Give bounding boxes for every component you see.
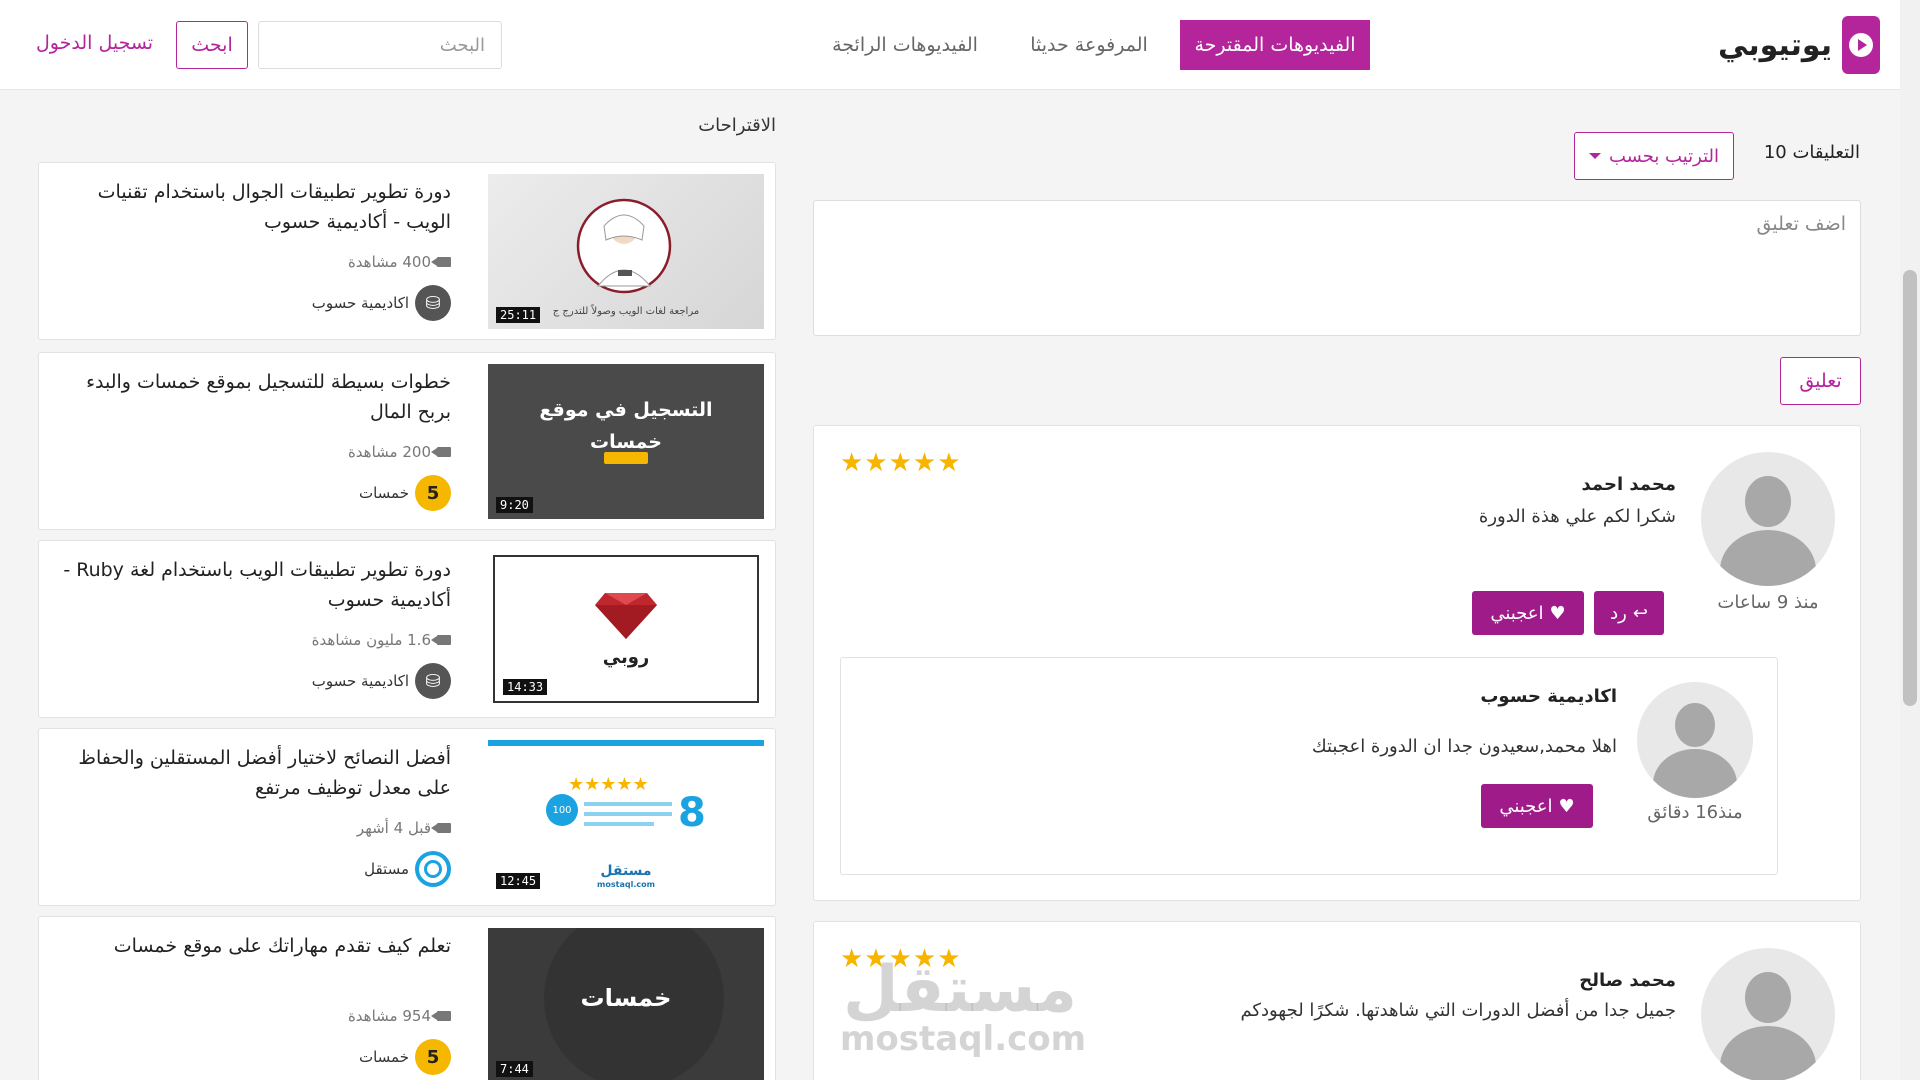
tab-suggested-videos[interactable]: الفيديوهات المقترحة [1180, 20, 1370, 70]
thumbnail-stars: ★★★★★ [568, 774, 649, 795]
channel-info[interactable]: ⛁ اكاديمية حسوب [312, 285, 451, 321]
reply-button[interactable]: ↩ رد [1594, 591, 1664, 635]
video-title[interactable]: خطوات بسيطة للتسجيل بموقع خمسات والبدء ب… [51, 367, 451, 427]
rating-stars: ★★★★★ [840, 944, 962, 974]
user-avatar[interactable] [1637, 682, 1753, 798]
suggestion-card[interactable]: مراجعة لغات الويب وصولاً للتدرج ج 25:11 … [38, 162, 776, 340]
search-input[interactable] [258, 21, 502, 69]
video-views: قبل 4 أشهر [357, 819, 451, 837]
comment-author[interactable]: محمد صالح [1214, 970, 1676, 991]
logo-text: يوتيوبي [1718, 27, 1833, 63]
channel-name: خمسات [358, 484, 409, 502]
reply-card: منذ16 دقائق اكاديمية حسوب اهلا محمد,سعيد… [840, 657, 1778, 875]
reply-icon: ↩ [1632, 602, 1648, 624]
video-camera-icon [431, 823, 451, 833]
tab-trending-videos[interactable]: الفيديوهات الرائجة [820, 20, 990, 70]
rating-stars: ★★★★★ [840, 448, 962, 478]
channel-info[interactable]: ⛁ اكاديمية حسوب [312, 663, 451, 699]
login-link[interactable]: تسجيل الدخول [36, 32, 153, 54]
comment-time: منذ 9 ساعات [1717, 592, 1819, 613]
video-duration: 14:33 [503, 679, 548, 695]
channel-avatar: ⛁ [415, 663, 451, 699]
user-avatar[interactable] [1701, 452, 1835, 586]
channel-avatar: 5 [415, 1039, 451, 1075]
video-title[interactable]: تعلم كيف تقدم مهاراتك على موقع خمسات [51, 931, 451, 961]
channel-info[interactable]: 5 خمسات [359, 475, 451, 511]
comment-input[interactable] [813, 200, 1861, 336]
heart-icon: ♥ [1558, 795, 1575, 817]
video-views: 200 مشاهدة [348, 443, 451, 461]
video-title[interactable]: دورة تطوير تطبيقات الويب باستخدام لغة Ru… [51, 555, 451, 615]
video-thumbnail[interactable]: خمسات 7:44 [488, 928, 764, 1080]
app-logo[interactable]: يوتيوبي [1718, 16, 1881, 74]
reply-text: اهلا محمد,سعيدون جدا ان الدورة اعجبتك [1311, 736, 1617, 757]
heart-icon: ♥ [1549, 602, 1566, 624]
video-camera-icon [431, 635, 451, 645]
reply-author[interactable]: اكاديمية حسوب [1141, 686, 1617, 707]
video-title[interactable]: أفضل النصائح لاختيار أفضل المستقلين والح… [51, 743, 451, 803]
tab-recently-uploaded[interactable]: المرفوعة حديثا [1014, 20, 1164, 70]
video-duration: 25:11 [496, 307, 541, 323]
channel-name: مستقل [364, 860, 409, 878]
thumbnail-badge: 100 [546, 794, 578, 826]
video-duration: 7:44 [496, 1061, 533, 1077]
video-duration: 9:20 [496, 497, 533, 513]
comment-author[interactable]: محمد احمد [1214, 474, 1676, 495]
thumbnail-number: 8 [678, 790, 706, 836]
comment-card: منذ 9 ساعات محمد احمد شكرا لكم علي هذة ا… [813, 425, 1861, 901]
page-scrollbar[interactable] [1900, 0, 1920, 1080]
video-views: 954 مشاهدة [348, 1007, 451, 1025]
caret-down-icon [1588, 153, 1601, 159]
thumbnail-badge [604, 452, 648, 464]
channel-info[interactable]: مستقل [364, 851, 451, 887]
video-camera-icon [431, 257, 451, 267]
suggestion-card[interactable]: ★★★★★ 8 100 مستقل mostaql.com 12:45 أفضل… [38, 728, 776, 906]
video-duration: 12:45 [496, 873, 541, 889]
suggestion-card[interactable]: روبي 14:33 دورة تطوير تطبيقات الويب باست… [38, 540, 776, 718]
channel-info[interactable]: 5 خمسات [359, 1039, 451, 1075]
reply-time: منذ16 دقائق [1647, 802, 1743, 823]
play-icon [1842, 16, 1881, 74]
channel-name: اكاديمية حسوب [311, 672, 409, 690]
scrollbar-thumb[interactable] [1903, 270, 1917, 706]
channel-avatar: 5 [415, 475, 451, 511]
comments-count: التعليقات 10 [1763, 142, 1860, 163]
video-thumbnail[interactable]: التسجيل في موقع خمسات 9:20 [488, 364, 764, 519]
channel-name: خمسات [358, 1048, 409, 1066]
submit-comment-button[interactable]: تعليق [1780, 357, 1861, 405]
video-views: 400 مشاهدة [348, 253, 451, 271]
video-camera-icon [431, 447, 451, 457]
suggestion-card[interactable]: خمسات 7:44 تعلم كيف تقدم مهاراتك على موق… [38, 916, 776, 1080]
suggestions-title: الاقتراحات [698, 115, 776, 136]
sort-dropdown[interactable]: الترتيب بحسب [1574, 132, 1734, 180]
like-button[interactable]: ♥ اعجبني [1472, 591, 1584, 635]
comment-text: شكرا لكم علي هذة الدورة [1478, 506, 1676, 527]
channel-avatar [415, 851, 451, 887]
video-title[interactable]: دورة تطوير تطبيقات الجوال باستخدام تقنيا… [51, 177, 451, 237]
channel-avatar: ⛁ [415, 285, 451, 321]
comment-text: جميل جدا من أفضل الدورات التي شاهدتها. ش… [1240, 1000, 1676, 1021]
user-avatar[interactable] [1701, 948, 1835, 1080]
comment-card: محمد صالح جميل جدا من أفضل الدورات التي … [813, 921, 1861, 1080]
suggestion-card[interactable]: التسجيل في موقع خمسات 9:20 خطوات بسيطة ل… [38, 352, 776, 530]
video-camera-icon [431, 1011, 451, 1021]
channel-name: اكاديمية حسوب [311, 294, 409, 312]
thumbnail-label: روبي [602, 647, 650, 668]
top-header: يوتيوبي الفيديوهات المقترحة المرفوعة حدي… [0, 0, 1900, 90]
search-button[interactable]: ابحث [176, 21, 248, 69]
sort-label: الترتيب بحسب [1608, 145, 1720, 167]
video-thumbnail[interactable]: ★★★★★ 8 100 مستقل mostaql.com 12:45 [488, 740, 764, 895]
video-views: 1.6 مليون مشاهدة [312, 631, 451, 649]
thumbnail-line1: التسجيل في موقع [539, 399, 713, 421]
video-thumbnail[interactable]: مراجعة لغات الويب وصولاً للتدرج ج 25:11 [488, 174, 764, 329]
thumbnail-label: خمسات [580, 984, 672, 1012]
video-thumbnail[interactable]: روبي 14:33 [493, 555, 759, 703]
like-button[interactable]: ♥ اعجبني [1481, 784, 1593, 828]
